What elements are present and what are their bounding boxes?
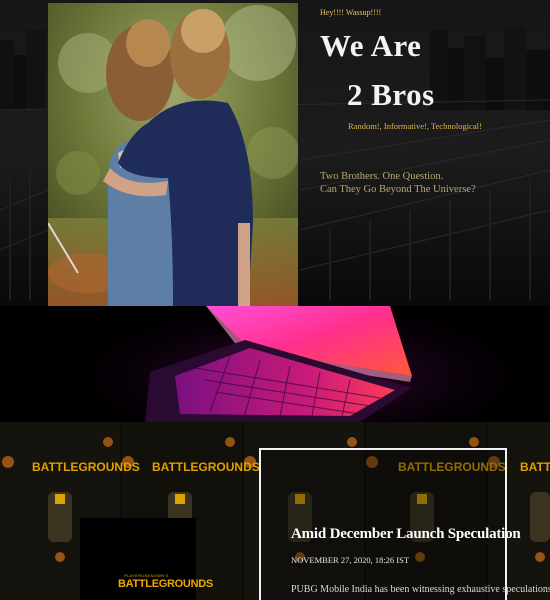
svg-text:BATTLEGROUNDS: BATTLEGROUNDS [520, 460, 550, 474]
hero-description-line-1: Two Brothers. One Question. [320, 171, 444, 182]
pubg-logo-title: BATTLEGROUNDS [118, 578, 213, 590]
svg-text:BATTLEGROUNDS: BATTLEGROUNDS [152, 460, 260, 474]
article-card[interactable]: Amid December Launch Speculation NOVEMBE… [259, 448, 550, 600]
article-title[interactable]: Amid December Launch Speculation [291, 526, 521, 543]
svg-text:BATTLEGROUNDS: BATTLEGROUNDS [32, 460, 140, 474]
pubg-article-section: BATTLEGROUNDS BATTLEGROUNDS BATTLEGROUND… [0, 422, 550, 600]
article-excerpt: PUBG Mobile India has been witnessing ex… [291, 584, 550, 595]
site-title-line-1: We Are [320, 28, 422, 63]
tagline: Random!, Informative!, Technological! [348, 121, 482, 131]
greeting-text: Hey!!!! Wassup!!!! [320, 8, 382, 17]
laptop-banner [0, 306, 550, 422]
laptop-image [80, 306, 520, 422]
hero-description: Two Brothers. One Question. Can They Go … [320, 170, 545, 196]
article-date: NOVEMBER 27, 2020, 18:26 IST [291, 555, 410, 565]
site-title-line-2: 2 Bros [347, 77, 435, 112]
hero-description-line-2: Can They Go Beyond The Universe? [320, 184, 476, 195]
pubg-thumbnail[interactable]: PLAYERUNKNOWN'S BATTLEGROUNDS [80, 518, 213, 600]
hero-section: Hey!!!! Wassup!!!! We Are 2 Bros Random!… [0, 0, 550, 306]
hero-photo-two-brothers [48, 3, 298, 306]
hero-text-block: Hey!!!! Wassup!!!! We Are 2 Bros Random!… [320, 8, 545, 195]
